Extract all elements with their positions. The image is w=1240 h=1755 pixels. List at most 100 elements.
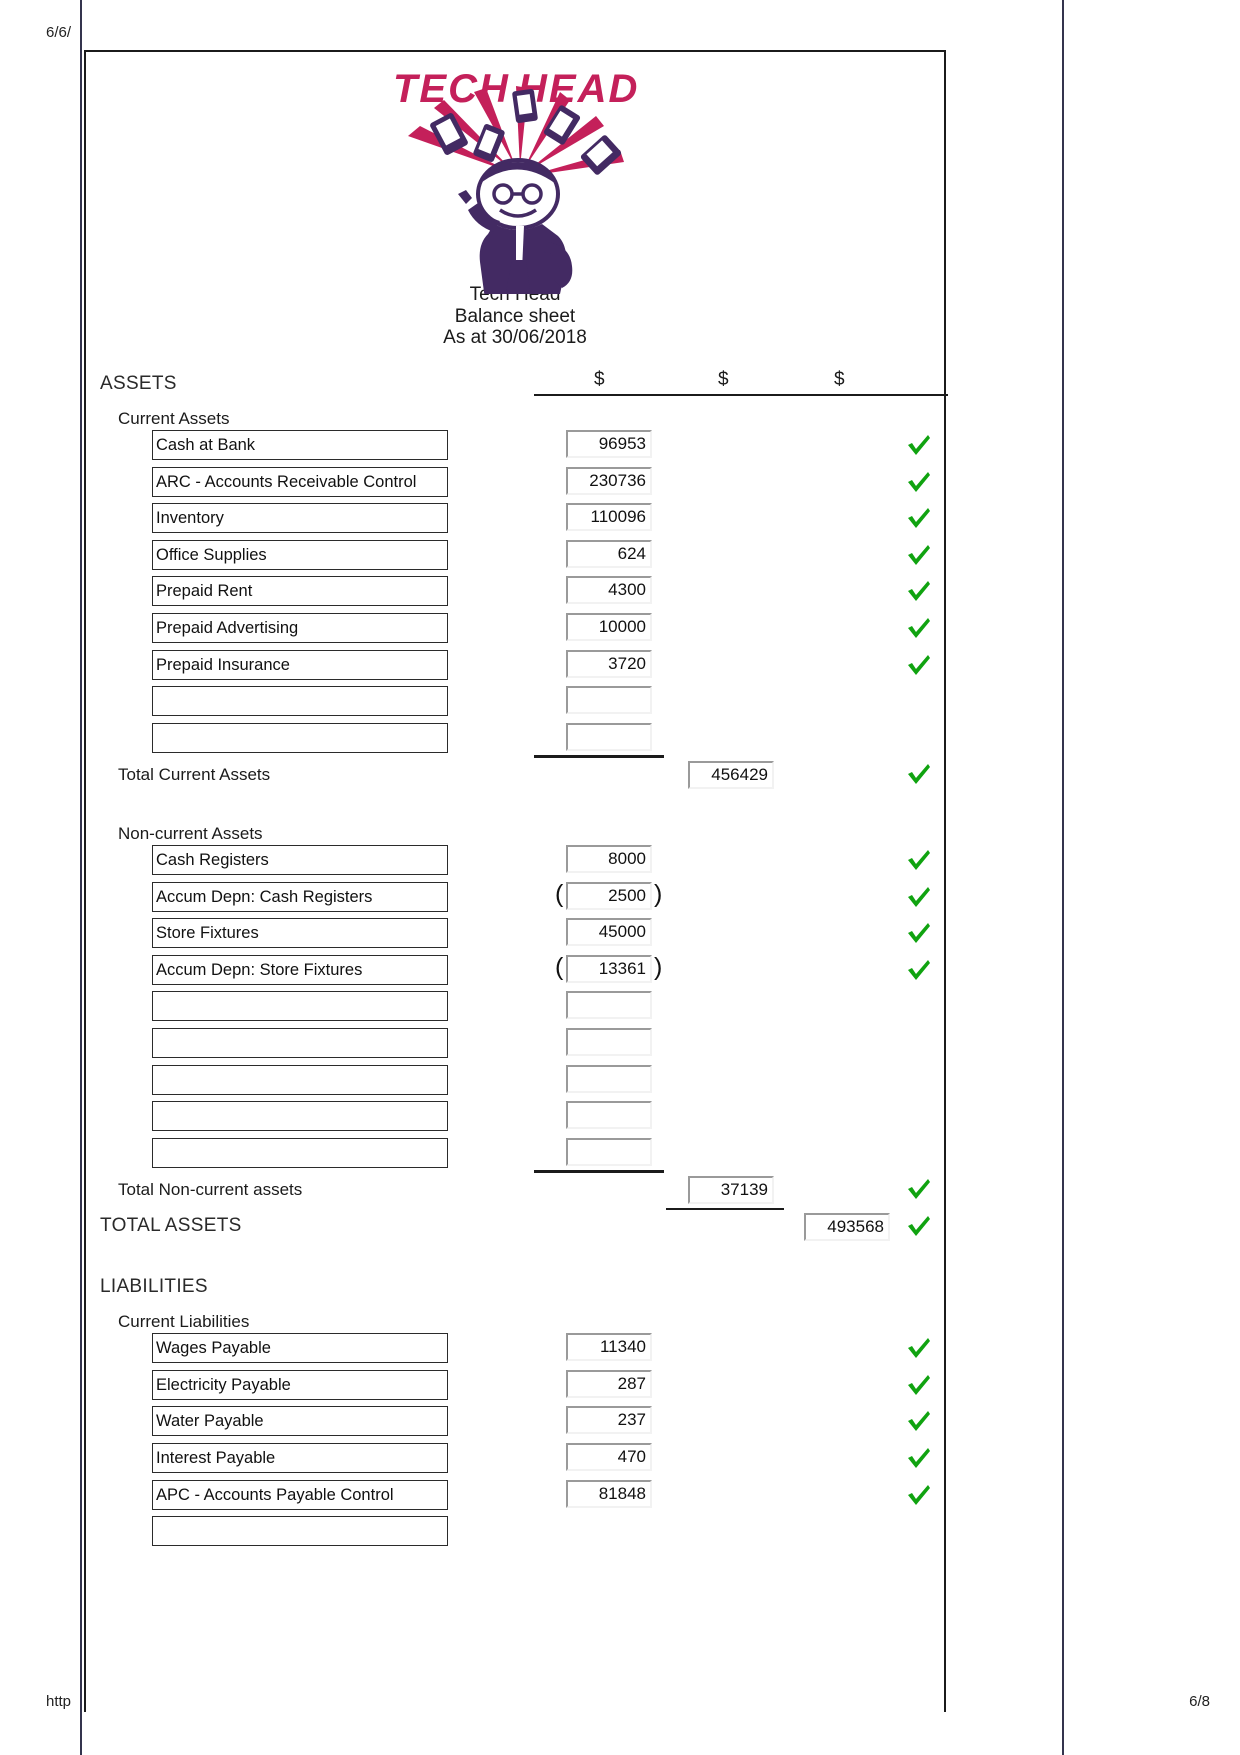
total-noncurrent-assets-value[interactable]: 37139 bbox=[688, 1176, 774, 1205]
account-amount-input[interactable] bbox=[566, 1101, 652, 1130]
noncurrent-assets-heading: Non-current Assets bbox=[118, 824, 263, 844]
line-item-row: Cash Registers 8000 bbox=[86, 845, 944, 882]
account-amount-input[interactable]: 237 bbox=[566, 1406, 652, 1435]
check-icon bbox=[906, 652, 932, 678]
check-icon bbox=[906, 615, 932, 641]
noncurrent-assets-heading-row: Non-current Assets bbox=[86, 820, 944, 845]
line-item-row: Prepaid Advertising 10000 bbox=[86, 613, 944, 650]
account-name-input[interactable]: Cash Registers bbox=[152, 845, 448, 876]
line-item-row bbox=[86, 1137, 944, 1175]
account-amount-input[interactable] bbox=[566, 1137, 652, 1166]
account-name-input[interactable] bbox=[152, 1028, 448, 1058]
account-amount-input[interactable]: 8000 bbox=[566, 845, 652, 874]
currency-header-3: $ bbox=[834, 368, 845, 390]
check-icon bbox=[906, 847, 932, 873]
account-name-input[interactable] bbox=[152, 1101, 448, 1132]
account-amount-input[interactable]: 110096 bbox=[566, 503, 652, 532]
total-assets-value[interactable]: 493568 bbox=[804, 1212, 890, 1241]
page-edge-rule-left bbox=[80, 0, 82, 1755]
report-statement-name: Balance sheet bbox=[454, 305, 576, 327]
account-name-input[interactable] bbox=[152, 1137, 448, 1168]
account-amount-input[interactable]: 96953 bbox=[566, 430, 652, 459]
line-item-row bbox=[86, 1028, 944, 1065]
account-name-input[interactable]: ARC - Accounts Receivable Control bbox=[152, 466, 448, 497]
check-icon bbox=[906, 1482, 932, 1508]
total-noncurrent-assets-row: Total Non-current assets 37139 bbox=[86, 1174, 944, 1211]
noncurrent-assets-subtotal-rule bbox=[534, 1169, 664, 1173]
currency-header-1: $ bbox=[594, 368, 605, 390]
negative-paren-close: ) bbox=[654, 952, 663, 981]
liabilities-heading-row: LIABILITIES bbox=[86, 1272, 944, 1309]
current-assets-heading: Current Assets bbox=[118, 409, 230, 429]
account-amount-input[interactable]: 470 bbox=[566, 1442, 652, 1471]
account-amount-input[interactable] bbox=[566, 686, 652, 715]
total-assets-row: TOTAL ASSETS 493568 bbox=[86, 1211, 944, 1248]
account-amount-input[interactable]: 81848 bbox=[566, 1479, 652, 1508]
line-item-row: Office Supplies 624 bbox=[86, 539, 944, 577]
account-amount-input[interactable]: 11340 bbox=[566, 1333, 652, 1362]
account-amount-input[interactable]: 230736 bbox=[566, 466, 652, 495]
account-name-input[interactable] bbox=[152, 1064, 448, 1095]
account-name-input[interactable]: Office Supplies bbox=[152, 539, 448, 570]
current-assets-heading-row: Current Assets bbox=[86, 405, 944, 430]
account-name-input[interactable] bbox=[152, 686, 448, 717]
account-name-input[interactable]: Cash at Bank bbox=[152, 430, 448, 461]
account-amount-input[interactable]: 4300 bbox=[566, 576, 652, 605]
account-amount-input[interactable]: 2500 bbox=[566, 881, 652, 910]
total-current-assets-row: Total Current Assets 456429 bbox=[86, 759, 944, 796]
print-header: 6/6/ bbox=[0, 24, 1240, 46]
total-noncurrent-assets-label: Total Non-current assets bbox=[118, 1180, 303, 1200]
account-name-input[interactable]: Accum Depn: Cash Registers bbox=[152, 881, 448, 912]
account-amount-input[interactable] bbox=[566, 722, 652, 751]
line-item-row bbox=[86, 1064, 944, 1102]
account-name-input[interactable]: APC - Accounts Payable Control bbox=[152, 1479, 448, 1510]
account-name-input[interactable]: Wages Payable bbox=[152, 1333, 448, 1364]
print-footer-page: 6/8 bbox=[1189, 1693, 1210, 1710]
account-name-input[interactable]: Inventory bbox=[152, 503, 448, 534]
account-amount-input[interactable]: 13361 bbox=[566, 954, 652, 983]
account-name-input[interactable]: Prepaid Insurance bbox=[152, 649, 448, 680]
check-icon bbox=[906, 957, 932, 983]
current-liabilities-heading: Current Liabilities bbox=[118, 1312, 250, 1332]
account-amount-input[interactable]: 287 bbox=[566, 1369, 652, 1398]
line-item-row: Interest Payable 470 bbox=[86, 1442, 944, 1480]
check-icon bbox=[906, 542, 932, 568]
account-amount-input[interactable]: 45000 bbox=[566, 918, 652, 947]
line-item-row: Accum Depn: Store Fixtures ( 13361 ) bbox=[86, 952, 944, 992]
check-icon bbox=[906, 1445, 932, 1471]
account-amount-input[interactable] bbox=[566, 1028, 652, 1056]
negative-paren-open: ( bbox=[555, 952, 564, 981]
account-name-input[interactable] bbox=[152, 722, 448, 753]
negative-paren-close: ) bbox=[654, 879, 663, 908]
account-name-input[interactable]: Store Fixtures bbox=[152, 918, 448, 949]
account-name-input[interactable]: Interest Payable bbox=[152, 1442, 448, 1473]
total-current-assets-label: Total Current Assets bbox=[118, 765, 271, 785]
balance-sheet-page: TECH HEAD Tech Head Balance sheet As at … bbox=[84, 50, 948, 1712]
total-current-assets-value[interactable]: 456429 bbox=[688, 761, 774, 790]
company-logo: TECH HEAD bbox=[86, 52, 944, 294]
account-amount-input[interactable]: 10000 bbox=[566, 613, 652, 642]
account-name-input[interactable]: Electricity Payable bbox=[152, 1369, 448, 1400]
svg-text:TECH: TECH bbox=[393, 67, 510, 111]
line-item-row bbox=[86, 991, 944, 1028]
currency-header-rule bbox=[534, 393, 948, 397]
account-amount-input[interactable]: 624 bbox=[566, 539, 652, 568]
account-amount-input[interactable] bbox=[566, 1064, 652, 1093]
account-name-input[interactable] bbox=[152, 1516, 448, 1547]
spacer-row bbox=[86, 1248, 944, 1272]
account-amount-input[interactable] bbox=[566, 991, 652, 1020]
account-name-input[interactable]: Accum Depn: Store Fixtures bbox=[152, 954, 448, 985]
line-item-row: Water Payable 237 bbox=[86, 1406, 944, 1443]
line-item-row: Store Fixtures 45000 bbox=[86, 918, 944, 955]
current-liabilities-heading-row: Current Liabilities bbox=[86, 1308, 944, 1333]
account-amount-input[interactable]: 3720 bbox=[566, 649, 652, 678]
print-header-date: 6/6/ bbox=[46, 24, 72, 41]
account-name-input[interactable] bbox=[152, 991, 448, 1022]
account-name-input[interactable]: Prepaid Rent bbox=[152, 576, 448, 607]
total-assets-rule bbox=[666, 1208, 784, 1210]
print-footer-url: http bbox=[46, 1693, 72, 1710]
liabilities-heading: LIABILITIES bbox=[100, 1275, 208, 1297]
account-name-input[interactable]: Prepaid Advertising bbox=[152, 613, 448, 644]
account-name-input[interactable]: Water Payable bbox=[152, 1406, 448, 1437]
line-item-row bbox=[86, 1101, 944, 1138]
